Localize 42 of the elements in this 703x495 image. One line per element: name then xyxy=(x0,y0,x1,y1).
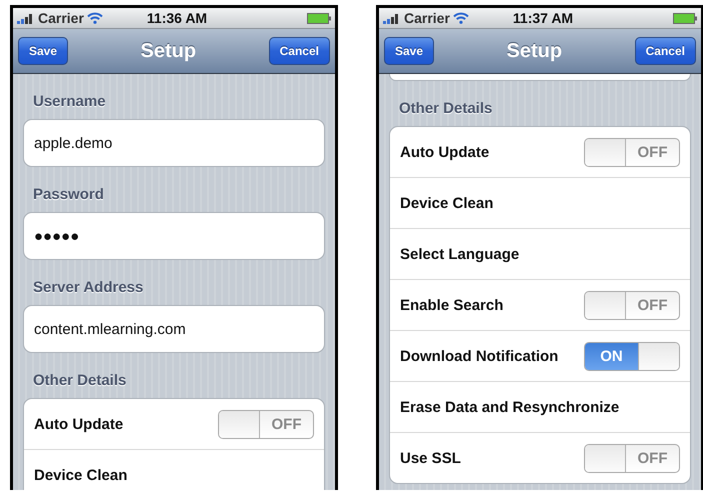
row-label: Device Clean xyxy=(34,466,128,484)
carrier-name: Carrier xyxy=(38,10,84,26)
row-label: Select Language xyxy=(400,246,520,262)
row-label: Device Clean xyxy=(400,194,494,212)
row-label: Use SSL xyxy=(400,450,461,466)
settings-row[interactable]: Use SSL OFF xyxy=(390,432,690,483)
settings-row[interactable]: Select Language xyxy=(390,228,690,279)
section-header: Other Details xyxy=(398,99,494,119)
settings-row[interactable]: Device Clean xyxy=(24,449,324,490)
settings-row[interactable]: Download Notification ON xyxy=(390,330,690,381)
settings-row[interactable]: Auto Update OFF xyxy=(390,127,690,177)
signal-icon xyxy=(383,12,401,24)
input-field[interactable]: apple.demo xyxy=(23,119,325,167)
battery-icon xyxy=(673,12,697,24)
carrier-name: Carrier xyxy=(404,10,450,26)
row-label: Auto Update xyxy=(400,144,490,160)
settings-row[interactable]: Auto Update OFF xyxy=(24,399,324,449)
section-header: Other Details xyxy=(32,371,128,391)
wifi-icon xyxy=(86,12,103,24)
screen-title: Setup xyxy=(140,40,196,62)
row-label: Auto Update xyxy=(34,416,124,432)
input-field[interactable]: content.mlearning.com xyxy=(23,305,325,353)
section-header: Password xyxy=(32,185,105,205)
settings-row[interactable]: Device Clean xyxy=(390,177,690,228)
settings-row[interactable]: Erase Data and Resynchronize xyxy=(390,381,690,432)
row-label: Erase Data and Resynchronize xyxy=(400,398,620,416)
save-button[interactable]: Save xyxy=(384,37,434,65)
section-header: Username xyxy=(32,92,107,112)
input-field[interactable]: ●●●●● xyxy=(23,212,325,260)
row-label: Enable Search xyxy=(400,296,504,314)
battery-icon xyxy=(307,12,331,24)
signal-icon xyxy=(17,12,35,24)
wifi-icon xyxy=(452,12,469,24)
screen-title: Setup xyxy=(506,40,562,62)
status-time: 11:36 AM xyxy=(146,10,208,26)
section-header: Server Address xyxy=(32,278,144,298)
row-label: Download Notification xyxy=(400,348,558,364)
cancel-button[interactable]: Cancel xyxy=(634,37,696,65)
status-time: 11:37 AM xyxy=(512,10,574,26)
settings-row[interactable]: Enable Search OFF xyxy=(390,279,690,330)
save-button[interactable]: Save xyxy=(18,37,68,65)
cancel-button[interactable]: Cancel xyxy=(268,37,330,65)
